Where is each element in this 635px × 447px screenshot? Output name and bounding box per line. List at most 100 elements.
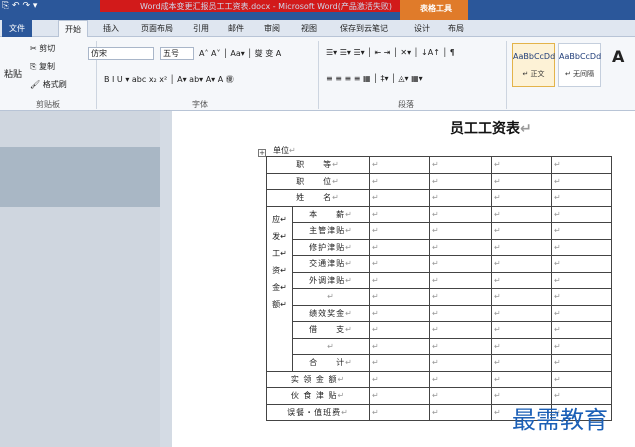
tab-page-layout[interactable]: 页面布局: [141, 20, 173, 37]
row-label[interactable]: 交通津贴↵: [291, 255, 371, 273]
table-cell[interactable]: ↵: [369, 370, 431, 388]
font-row1-tools[interactable]: A˄ A˅ │ Aa▾ │ 燮 变 A: [199, 48, 281, 59]
table-cell[interactable]: ↵: [551, 205, 613, 223]
table-cell[interactable]: ↵: [491, 370, 553, 388]
font-row2-tools[interactable]: B I U ▾ abc x₂ x² │ A▾ ab▾ A▾ A ㊝: [104, 74, 234, 85]
tab-review[interactable]: 审阅: [264, 20, 280, 37]
table-cell[interactable]: ↵: [369, 354, 431, 372]
row-label[interactable]: ↵: [291, 337, 371, 355]
tab-layout[interactable]: 布局: [448, 20, 464, 37]
table-cell[interactable]: ↵: [551, 304, 613, 322]
tab-home[interactable]: 开始: [58, 20, 88, 37]
table-cell[interactable]: ↵: [551, 222, 613, 240]
table-cell[interactable]: ↵: [369, 403, 431, 421]
table-cell[interactable]: ↵: [491, 222, 553, 240]
table-cell[interactable]: ↵: [369, 271, 431, 289]
table-cell[interactable]: ↵: [429, 387, 493, 405]
tab-design[interactable]: 设计: [414, 20, 430, 37]
table-cell[interactable]: ↵: [491, 156, 553, 174]
row-label[interactable]: 姓 名↵: [265, 189, 371, 207]
table-cell[interactable]: ↵: [369, 321, 431, 339]
tab-insert[interactable]: 插入: [103, 20, 119, 37]
table-move-handle-icon[interactable]: +: [258, 149, 266, 157]
table-cell[interactable]: ↵: [551, 156, 613, 174]
table-cell[interactable]: ↵: [551, 172, 613, 190]
copy-button[interactable]: ⎘ 复制: [30, 61, 55, 72]
table-cell[interactable]: ↵: [429, 288, 493, 306]
row-label[interactable]: 职 等↵: [265, 156, 371, 174]
table-cell[interactable]: ↵: [369, 387, 431, 405]
table-cell[interactable]: ↵: [429, 271, 493, 289]
paragraph-row1-tools[interactable]: ☰▾ ☰▾ ☰▾ │ ⇤ ⇥ │ ✕▾ │ ↓A↑ │ ¶: [326, 48, 455, 57]
table-cell[interactable]: ↵: [369, 238, 431, 256]
table-cell[interactable]: ↵: [491, 189, 553, 207]
table-cell[interactable]: ↵: [551, 238, 613, 256]
table-cell[interactable]: ↵: [491, 304, 553, 322]
table-cell[interactable]: ↵: [551, 354, 613, 372]
row-label[interactable]: 主管津贴↵: [291, 222, 371, 240]
table-cell[interactable]: ↵: [369, 172, 431, 190]
group-label-cell[interactable]: 应↵ 发↵ 工↵ 资↵ 金↵ 额↵: [266, 205, 293, 372]
salary-table[interactable]: 职 等↵ ↵ ↵ ↵ ↵ 职 位↵ ↵ ↵ ↵ ↵ 姓 名↵ ↵ ↵ ↵ ↵ 应↵ 发↵ 工↵ 资↵ 金↵ 额↵ 本 薪↵…: [265, 156, 613, 421]
table-cell[interactable]: ↵: [551, 321, 613, 339]
tab-save-to-cloud-notes[interactable]: 保存到云笔记: [340, 20, 388, 37]
table-cell[interactable]: ↵: [429, 321, 493, 339]
table-cell[interactable]: ↵: [429, 255, 493, 273]
cut-button[interactable]: ✂ 剪切: [30, 43, 55, 54]
table-cell[interactable]: ↵: [429, 403, 493, 421]
table-cell[interactable]: ↵: [369, 304, 431, 322]
row-label[interactable]: 实 领 金 额↵: [265, 370, 371, 388]
table-cell[interactable]: ↵: [491, 172, 553, 190]
font-name-box[interactable]: 仿宋: [88, 47, 154, 60]
table-cell[interactable]: ↵: [491, 354, 553, 372]
table-cell[interactable]: ↵: [369, 337, 431, 355]
tab-file[interactable]: 文件: [2, 20, 32, 37]
font-size-box[interactable]: 五号: [160, 47, 194, 60]
table-cell[interactable]: ↵: [369, 189, 431, 207]
table-cell[interactable]: ↵: [551, 271, 613, 289]
table-cell[interactable]: ↵: [491, 255, 553, 273]
table-cell[interactable]: ↵: [369, 288, 431, 306]
paste-button[interactable]: 粘贴: [4, 67, 22, 80]
tab-view[interactable]: 视图: [301, 20, 317, 37]
row-label[interactable]: 绩效奖金↵: [291, 304, 371, 322]
table-cell[interactable]: ↵: [429, 370, 493, 388]
table-cell[interactable]: ↵: [551, 288, 613, 306]
table-cell[interactable]: ↵: [369, 156, 431, 174]
row-label[interactable]: 伙 食 津 贴↵: [265, 387, 371, 405]
row-label[interactable]: 误餐・值班费↵: [265, 403, 371, 421]
table-cell[interactable]: ↵: [429, 354, 493, 372]
table-cell[interactable]: ↵: [369, 222, 431, 240]
table-cell[interactable]: ↵: [429, 304, 493, 322]
table-cell[interactable]: ↵: [429, 205, 493, 223]
table-cell[interactable]: ↵: [491, 238, 553, 256]
table-cell[interactable]: ↵: [369, 255, 431, 273]
table-cell[interactable]: ↵: [429, 337, 493, 355]
table-cell[interactable]: ↵: [429, 172, 493, 190]
heading-style-preview[interactable]: A: [612, 47, 624, 66]
table-cell[interactable]: ↵: [429, 238, 493, 256]
row-label[interactable]: 修护津贴↵: [291, 238, 371, 256]
table-cell[interactable]: ↵: [551, 255, 613, 273]
table-cell[interactable]: ↵: [429, 222, 493, 240]
table-cell[interactable]: ↵: [491, 205, 553, 223]
table-cell[interactable]: ↵: [429, 189, 493, 207]
style-no-spacing[interactable]: AaBbCcDd ↵ 无间隔: [558, 43, 601, 87]
row-label[interactable]: ↵: [291, 288, 371, 306]
table-cell[interactable]: ↵: [491, 337, 553, 355]
table-cell[interactable]: ↵: [551, 370, 613, 388]
tab-references[interactable]: 引用: [193, 20, 209, 37]
table-cell[interactable]: ↵: [551, 189, 613, 207]
row-label[interactable]: 合 计↵: [291, 354, 371, 372]
style-normal[interactable]: AaBbCcDd ↵ 正文: [512, 43, 555, 87]
quick-access-toolbar[interactable]: ⎘ ↶ ↷ ▾: [2, 1, 37, 11]
table-cell[interactable]: ↵: [491, 321, 553, 339]
row-label[interactable]: 职 位↵: [265, 172, 371, 190]
table-cell[interactable]: ↵: [491, 288, 553, 306]
paragraph-row2-tools[interactable]: ≡ ≡ ≡ ≡ ▦ │ ‡▾ │ ◬▾ ▦▾: [326, 74, 423, 83]
row-label[interactable]: 外调津贴↵: [291, 271, 371, 289]
format-painter-button[interactable]: 🖌 格式刷: [30, 79, 67, 90]
table-cell[interactable]: ↵: [369, 205, 431, 223]
table-cell[interactable]: ↵: [429, 156, 493, 174]
table-cell[interactable]: ↵: [551, 337, 613, 355]
